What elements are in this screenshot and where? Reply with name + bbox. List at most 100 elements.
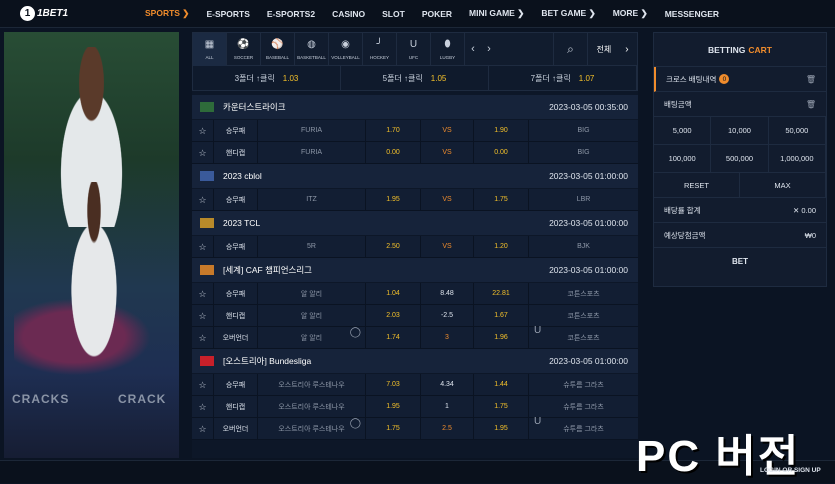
- favorite-star-icon[interactable]: ☆: [192, 305, 214, 326]
- nav-item-6[interactable]: MINI GAME ❯: [469, 8, 524, 19]
- home-odds-button[interactable]: 1.70: [366, 120, 421, 141]
- nav-item-5[interactable]: POKER: [422, 9, 452, 19]
- home-team-button[interactable]: 오스트리아 루스테나우 ◯: [258, 418, 366, 439]
- nav-item-1[interactable]: E-SPORTS: [206, 9, 249, 19]
- draw-odds-button[interactable]: 1: [421, 396, 474, 417]
- home-odds-button[interactable]: 2.03: [366, 305, 421, 326]
- sport-tab-hockey[interactable]: ╯ HOCKEY: [363, 33, 397, 66]
- home-odds-button[interactable]: 1.75: [366, 418, 421, 439]
- amount-button-4[interactable]: 500,000: [711, 145, 769, 173]
- home-odds-button[interactable]: 1.95: [366, 396, 421, 417]
- away-team-button[interactable]: BIG: [529, 127, 638, 134]
- away-team-button[interactable]: 코튼스포츠: [529, 333, 638, 343]
- draw-odds-button[interactable]: 3: [421, 327, 474, 348]
- cross-bet-history[interactable]: 크로스 배팅내역 0 🗑: [654, 67, 826, 92]
- away-odds-button[interactable]: 1.67: [474, 305, 529, 326]
- amount-button-5[interactable]: 1,000,000: [768, 145, 826, 173]
- sport-tab-baseball[interactable]: ⚾ BASEBALL: [261, 33, 295, 66]
- nav-item-0[interactable]: SPORTS ❯: [145, 8, 189, 19]
- folder-bonus-0[interactable]: 3폴더 ↑클릭 1.03: [193, 66, 341, 90]
- sports-next-arrow[interactable]: ›: [481, 33, 497, 65]
- home-odds-button[interactable]: 0.00: [366, 142, 421, 163]
- away-team-button[interactable]: 슈투름 그라츠: [529, 402, 638, 412]
- favorite-star-icon[interactable]: ☆: [192, 283, 214, 304]
- home-team-button[interactable]: 오스트리아 루스테나우: [258, 374, 366, 395]
- favorite-star-icon[interactable]: ☆: [192, 327, 214, 348]
- favorite-star-icon[interactable]: ☆: [192, 236, 214, 257]
- reset-button[interactable]: RESET: [654, 173, 740, 198]
- nav-item-4[interactable]: SLOT: [382, 9, 405, 19]
- away-odds-button[interactable]: 1.95 U: [474, 416, 541, 439]
- nav-item-9[interactable]: MESSENGER: [665, 9, 719, 19]
- sport-tab-label: LUGBY: [439, 55, 456, 60]
- draw-odds-button[interactable]: 4.34: [421, 374, 474, 395]
- sport-tab-volleyball[interactable]: ◉ VOLLEYBALL: [329, 33, 363, 66]
- top-navigation-bar: 1 1BET1 SPORTS ❯ E-SPORTS E-SPORTS2 CASINO S…: [0, 0, 835, 28]
- login-signup-link[interactable]: LOGIN OR SIGN UP: [760, 467, 821, 474]
- home-odds-button[interactable]: 2.50: [366, 236, 421, 257]
- home-team-button[interactable]: ITZ: [258, 189, 366, 210]
- away-odds-button[interactable]: 22.81: [474, 283, 529, 304]
- sports-prev-arrow[interactable]: ‹: [465, 33, 481, 65]
- away-odds-value: 1.67: [494, 312, 508, 319]
- away-team-button[interactable]: 코튼스포츠: [529, 289, 638, 299]
- favorite-star-icon[interactable]: ☆: [192, 189, 214, 210]
- draw-odds-button[interactable]: -2.5: [421, 305, 474, 326]
- away-odds-button[interactable]: 1.75: [474, 396, 529, 417]
- draw-odds-button[interactable]: 8.48: [421, 283, 474, 304]
- trash-icon[interactable]: 🗑: [806, 100, 816, 109]
- brand-logo[interactable]: 1 1BET1: [20, 6, 145, 21]
- favorite-star-icon[interactable]: ☆: [192, 374, 214, 395]
- home-team-button[interactable]: FURIA: [258, 142, 366, 163]
- nav-item-3[interactable]: CASINO: [332, 9, 365, 19]
- bet-button[interactable]: BET: [654, 248, 826, 275]
- away-odds-button[interactable]: 1.75: [474, 189, 529, 210]
- home-odds-button[interactable]: 1.95: [366, 189, 421, 210]
- home-team-button[interactable]: 알 알리: [258, 305, 366, 326]
- favorite-star-icon[interactable]: ☆: [192, 142, 214, 163]
- draw-odds-button[interactable]: 2.5: [421, 418, 474, 439]
- away-odds-button[interactable]: 1.20: [474, 236, 529, 257]
- away-odds-button[interactable]: 1.96 U: [474, 325, 541, 348]
- search-icon[interactable]: ⌕: [553, 33, 587, 65]
- sport-tab-lugby[interactable]: ⬮ LUGBY: [431, 33, 465, 66]
- home-odds-button[interactable]: 1.04: [366, 283, 421, 304]
- home-team-button[interactable]: 5R: [258, 236, 366, 257]
- folder-bonus-2[interactable]: 7폴더 ↑클릭 1.07: [489, 66, 637, 90]
- away-odds-button[interactable]: 0.00: [474, 142, 529, 163]
- away-team-button[interactable]: 슈투름 그라츠: [529, 424, 638, 434]
- away-team-button[interactable]: 코튼스포츠: [529, 311, 638, 321]
- trash-icon[interactable]: 🗑: [806, 75, 816, 84]
- away-team-button[interactable]: BIG: [529, 149, 638, 156]
- away-team-button[interactable]: 슈투름 그라츠: [529, 380, 638, 390]
- away-odds-button[interactable]: 1.90: [474, 120, 529, 141]
- sport-tab-basketball[interactable]: ◍ BASKETBALL: [295, 33, 329, 66]
- away-team-button[interactable]: LBR: [529, 196, 638, 203]
- amount-button-1[interactable]: 10,000: [711, 117, 769, 145]
- amount-button-3[interactable]: 100,000: [654, 145, 712, 173]
- amount-button-2[interactable]: 50,000: [768, 117, 826, 145]
- folder-bonus-1[interactable]: 5폴더 ↑클릭 1.05: [341, 66, 489, 90]
- sport-tab-soccer[interactable]: ⚽ SOCCER: [227, 33, 261, 66]
- promo-banner[interactable]: CRACKS CRACK: [4, 32, 179, 458]
- amount-button-0[interactable]: 5,000: [654, 117, 712, 145]
- sport-tab-ufc[interactable]: U UFC: [397, 33, 431, 66]
- away-odds-button[interactable]: 1.44: [474, 374, 529, 395]
- sport-tab-all[interactable]: ▦ ALL: [193, 33, 227, 66]
- home-team-button[interactable]: 알 알리 ◯: [258, 327, 366, 348]
- favorite-star-icon[interactable]: ☆: [192, 418, 214, 439]
- favorite-star-icon[interactable]: ☆: [192, 396, 214, 417]
- nav-item-8[interactable]: MORE ❯: [613, 8, 648, 19]
- favorite-star-icon[interactable]: ☆: [192, 120, 214, 141]
- home-team-button[interactable]: 알 알리: [258, 283, 366, 304]
- all-filter-select[interactable]: 전체 ›: [587, 33, 637, 65]
- nav-item-2[interactable]: E-SPORTS2: [267, 9, 315, 19]
- home-team-button[interactable]: FURIA: [258, 120, 366, 141]
- home-team-button[interactable]: 오스트리아 루스테나우: [258, 396, 366, 417]
- home-odds-button[interactable]: 7.03: [366, 374, 421, 395]
- away-team-button[interactable]: BJK: [529, 243, 638, 250]
- nav-item-7[interactable]: BET GAME ❯: [541, 8, 595, 19]
- home-odds-button[interactable]: 1.74: [366, 327, 421, 348]
- max-button[interactable]: MAX: [740, 173, 826, 198]
- match-datetime: 2023-03-05 00:35:00: [549, 102, 628, 112]
